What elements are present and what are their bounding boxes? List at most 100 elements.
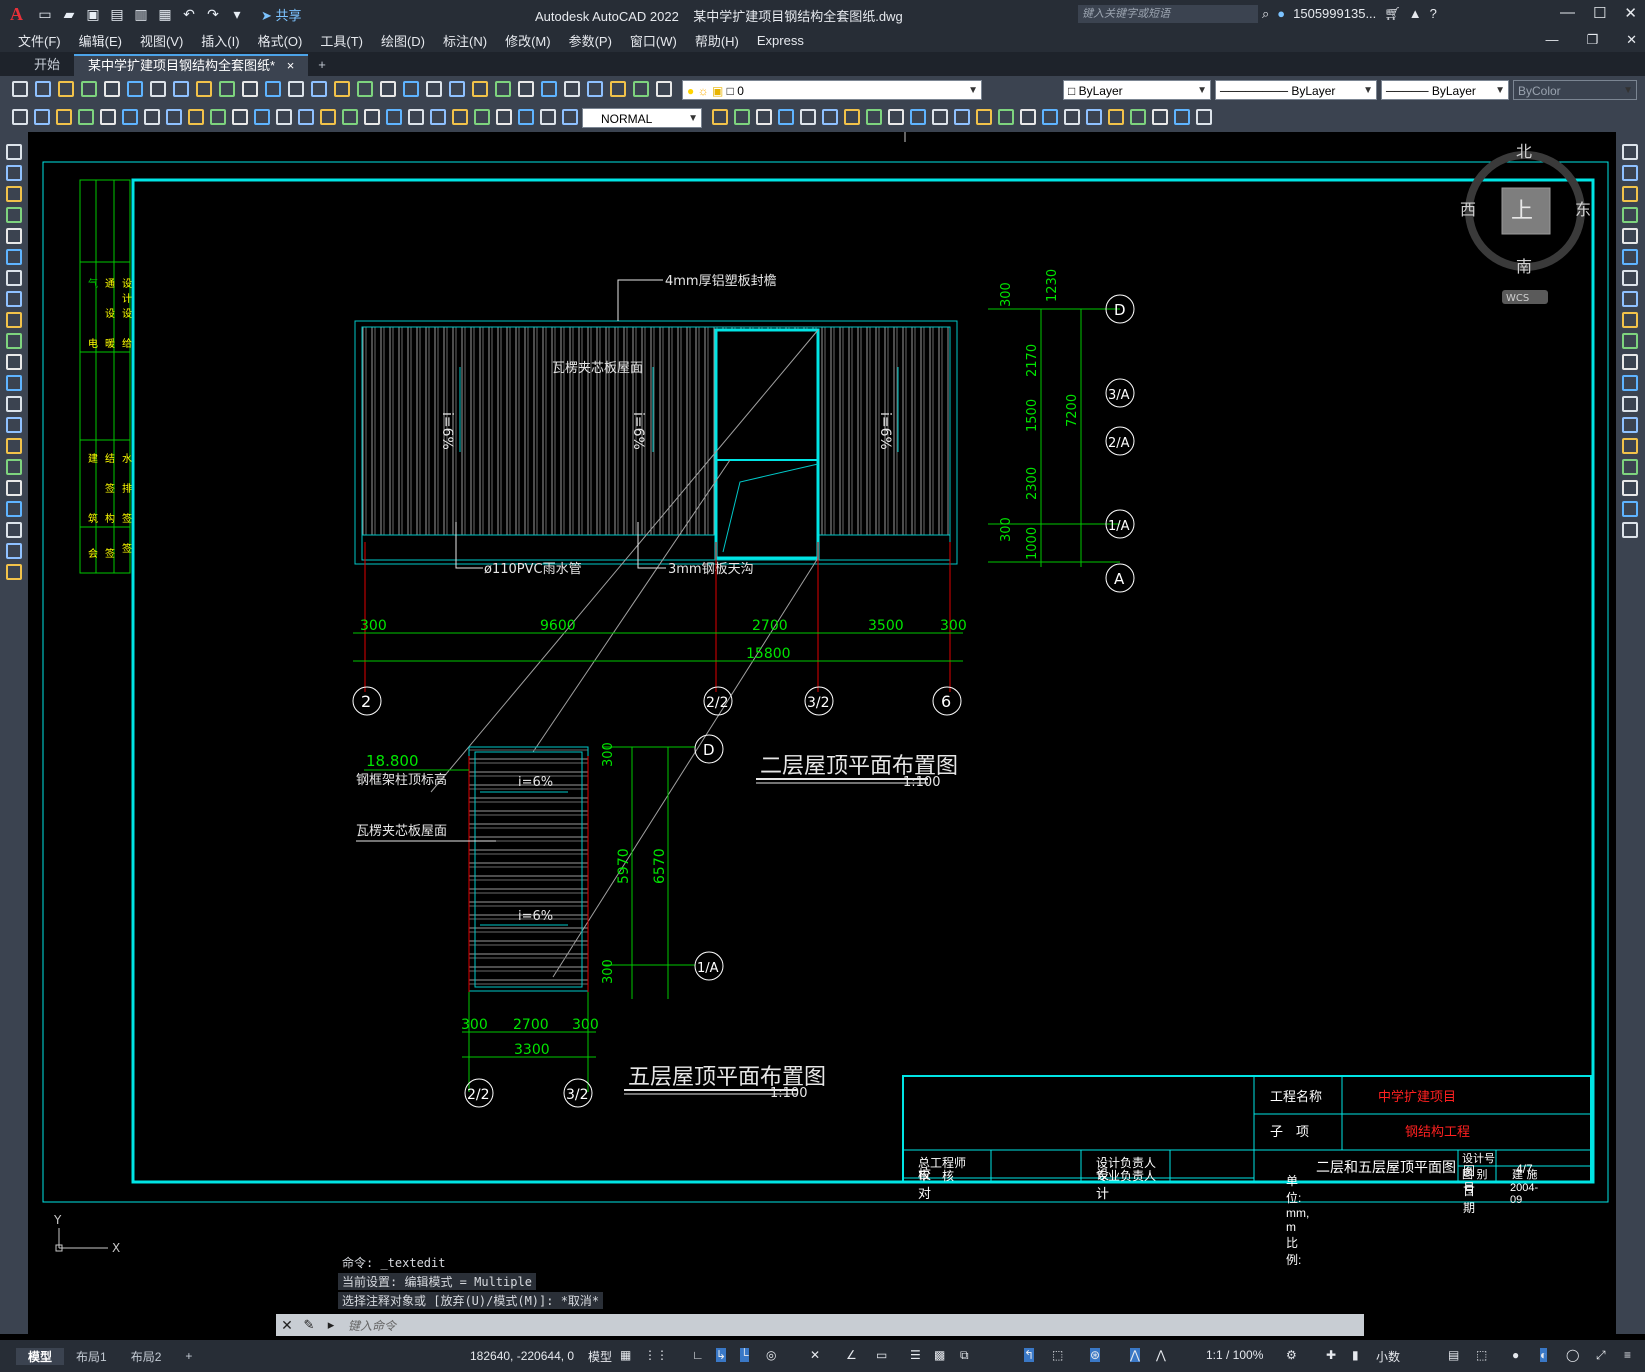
toolbar-tool-icon[interactable] [35, 81, 51, 97]
menu-tools[interactable]: 工具(T) [320, 31, 363, 50]
toolbar-tool-icon[interactable] [56, 109, 72, 125]
toolbar-tool-icon[interactable] [242, 81, 258, 97]
toolbar-tool-icon[interactable] [910, 109, 926, 125]
menu-format[interactable]: 格式(O) [258, 31, 303, 50]
toolbar-tool-icon[interactable] [1622, 270, 1638, 286]
toolbar-tool-icon[interactable] [1130, 109, 1146, 125]
toolbar-tool-icon[interactable] [6, 459, 22, 475]
toolbar-tool-icon[interactable] [232, 109, 248, 125]
toolbar-tool-icon[interactable] [1622, 207, 1638, 223]
toolbar-tool-icon[interactable] [104, 81, 120, 97]
toolbar-tool-icon[interactable] [122, 109, 138, 125]
toolbar-tool-icon[interactable] [173, 81, 189, 97]
toolbar-tool-icon[interactable] [1622, 312, 1638, 328]
tab-active-drawing[interactable]: 某中学扩建项目钢结构全套图纸* × [74, 54, 309, 76]
gear-icon[interactable]: ⚙ [1286, 1348, 1297, 1362]
toolbar-tool-icon[interactable] [150, 81, 166, 97]
cart-icon[interactable]: 🛒︎ [1384, 6, 1401, 22]
fullscreen-icon[interactable]: ⤢ [1596, 1348, 1606, 1363]
help-icon[interactable]: ? [1430, 6, 1437, 22]
user-name[interactable]: 1505999135... [1293, 6, 1376, 22]
menu-modify[interactable]: 修改(M) [505, 31, 551, 50]
undo-icon[interactable]: ↶ [179, 5, 199, 23]
toolbar-tool-icon[interactable] [298, 109, 314, 125]
toolbar-tool-icon[interactable] [541, 81, 557, 97]
menu-insert[interactable]: 插入(I) [201, 31, 239, 50]
toolbar-tool-icon[interactable] [276, 109, 292, 125]
toolbar-tool-icon[interactable] [564, 81, 580, 97]
linetype-dropdown[interactable]: ──────── ByLayer ▼ [1215, 80, 1377, 100]
wcs-label[interactable]: WCS [1506, 293, 1529, 304]
selection-filter-icon[interactable]: ⬚ [1052, 1348, 1063, 1362]
viewcube-north[interactable]: 北 [1516, 142, 1532, 161]
toolbar-tool-icon[interactable] [976, 109, 992, 125]
toolbar-tool-icon[interactable] [6, 480, 22, 496]
toolbar-tool-icon[interactable] [452, 109, 468, 125]
toolbar-tool-icon[interactable] [6, 438, 22, 454]
toolbar-tool-icon[interactable] [540, 109, 556, 125]
toolbar-tool-icon[interactable] [1622, 144, 1638, 160]
toolbar-tool-icon[interactable] [342, 109, 358, 125]
menu-parametric[interactable]: 参数(P) [569, 31, 612, 50]
toolbar-tool-icon[interactable] [1622, 375, 1638, 391]
toolbar-tool-icon[interactable] [188, 109, 204, 125]
menu-view[interactable]: 视图(V) [140, 31, 183, 50]
toolbar-tool-icon[interactable] [1064, 109, 1080, 125]
units-icon[interactable]: ▮ [1352, 1348, 1359, 1362]
toolbar-tool-icon[interactable] [6, 354, 22, 370]
toolbar-tool-icon[interactable] [1042, 109, 1058, 125]
toolbar-tool-icon[interactable] [6, 165, 22, 181]
viewcube-face[interactable]: 上 [1511, 199, 1533, 224]
command-prompt-icon[interactable]: ▸ [320, 1317, 342, 1333]
toolbar-tool-icon[interactable] [6, 375, 22, 391]
doc-minimize-icon[interactable]: — [1545, 32, 1558, 48]
toolbar-tool-icon[interactable] [518, 81, 534, 97]
tab-start[interactable]: 开始 [20, 54, 74, 76]
toolbar-tool-icon[interactable] [6, 270, 22, 286]
snap-icon[interactable]: ⋮⋮ [644, 1348, 668, 1362]
publish-icon[interactable]: ▥ [131, 5, 151, 23]
gizmo-icon[interactable]: ⊛ [1090, 1348, 1101, 1362]
toolbar-tool-icon[interactable] [1108, 109, 1124, 125]
toolbar-tool-icon[interactable] [1622, 165, 1638, 181]
toolbar-tool-icon[interactable] [219, 81, 235, 97]
toolbar-tool-icon[interactable] [998, 109, 1014, 125]
viewcube-east[interactable]: 东 [1575, 200, 1591, 219]
toolbar-tool-icon[interactable] [496, 109, 512, 125]
toolbar-tool-icon[interactable] [430, 109, 446, 125]
toolbar-tool-icon[interactable] [58, 81, 74, 97]
menu-file[interactable]: 文件(F) [18, 31, 61, 50]
dyn-icon[interactable]: ∠ [846, 1348, 857, 1362]
toolbar-tool-icon[interactable] [6, 333, 22, 349]
isodraft-icon[interactable]: └ [740, 1348, 749, 1362]
toolbar-tool-icon[interactable] [778, 109, 794, 125]
toolbar-tool-icon[interactable] [656, 81, 672, 97]
toolbar-tool-icon[interactable] [6, 417, 22, 433]
toolbar-tool-icon[interactable] [288, 81, 304, 97]
toolbar-tool-icon[interactable] [1622, 291, 1638, 307]
toolbar-tool-icon[interactable] [1622, 459, 1638, 475]
customize-icon[interactable]: ≡ [1624, 1348, 1631, 1362]
toolbar-tool-icon[interactable] [474, 109, 490, 125]
toolbar-tool-icon[interactable] [357, 81, 373, 97]
lock-ui-icon[interactable]: ⬚ [1476, 1348, 1487, 1362]
lineweight-dropdown[interactable]: ───── ByLayer ▼ [1381, 80, 1509, 100]
3dosnap-icon[interactable]: ⧉ [960, 1348, 969, 1363]
redo-icon[interactable]: ↷ [203, 5, 223, 23]
otrack-icon[interactable]: ✕ [810, 1348, 820, 1362]
toolbar-tool-icon[interactable] [380, 81, 396, 97]
toolbar-tool-icon[interactable] [1622, 396, 1638, 412]
toolbar-tool-icon[interactable] [6, 564, 22, 580]
viewcube[interactable]: 上 北 南 西 东 WCS [1460, 142, 1591, 304]
annotation-visibility-icon[interactable]: ⋀ [1130, 1348, 1140, 1362]
menu-draw[interactable]: 绘图(D) [381, 31, 425, 50]
toolbar-tool-icon[interactable] [12, 109, 28, 125]
quick-properties-icon[interactable]: ▤ [1448, 1348, 1459, 1362]
tab-model[interactable]: 模型 [16, 1347, 65, 1365]
toolbar-tool-icon[interactable] [144, 109, 160, 125]
toolbar-tool-icon[interactable] [1622, 354, 1638, 370]
toolbar-tool-icon[interactable] [6, 228, 22, 244]
clean-screen-icon[interactable]: ◯ [1566, 1348, 1579, 1362]
toolbar-tool-icon[interactable] [1622, 228, 1638, 244]
lwt-icon[interactable]: ▭ [876, 1348, 887, 1362]
